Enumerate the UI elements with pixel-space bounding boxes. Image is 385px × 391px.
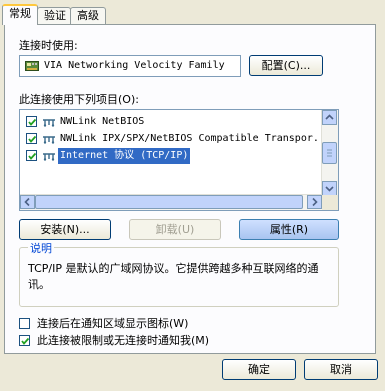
list-item[interactable]: NWLink IPX/SPX/NetBIOS Compatible Transp… (24, 131, 319, 147)
scroll-down-button[interactable] (322, 181, 337, 196)
components-list[interactable]: NWLink NetBIOS NWLink IPX/SPX/NetBIOS Co… (19, 109, 339, 211)
checkmark-icon (28, 135, 37, 143)
chevron-right-icon (312, 197, 318, 207)
checkmark-icon (28, 118, 37, 126)
item-label: Internet 协议 (TCP/IP) (58, 148, 191, 164)
scroll-right-button[interactable] (307, 195, 322, 209)
tab-authentication[interactable]: 验证 (37, 7, 71, 24)
scroll-up-button[interactable] (322, 110, 337, 125)
chevron-down-icon (325, 186, 334, 192)
tab-advanced[interactable]: 高级 (70, 7, 106, 24)
uninstall-button[interactable]: 卸载(U) (129, 219, 221, 240)
notify-limited-label: 此连接被限制或无连接时通知我(M) (37, 334, 210, 347)
properties-button[interactable]: 属性(R) (239, 219, 339, 240)
horizontal-scrollbar[interactable] (20, 194, 322, 210)
cancel-button[interactable]: 取消 (304, 359, 378, 380)
tab-panel-general: 连接时使用: VIA Networking Velocity Family 配置… (4, 24, 376, 354)
notify-limited-checkbox[interactable] (19, 335, 30, 346)
grip-icon (327, 149, 332, 157)
connect-using-label: 连接时使用: (19, 39, 78, 52)
ok-button[interactable]: 确定 (222, 359, 296, 380)
description-title: 说明 (28, 240, 54, 256)
description-text: TCP/IP 是默认的广域网协议。它提供跨越多种互联网络的通讯。 (28, 262, 319, 291)
adapter-name: VIA Networking Velocity Family (44, 60, 225, 71)
adapter-field: VIA Networking Velocity Family (19, 55, 241, 77)
scroll-corner (322, 195, 338, 210)
horizontal-scroll-thumb[interactable] (35, 195, 303, 209)
list-item-selected[interactable]: Internet 协议 (TCP/IP) (24, 148, 318, 164)
item-checkbox[interactable] (26, 116, 37, 127)
network-protocol-icon (43, 119, 55, 127)
components-label: 此连接使用下列项目(O): (19, 93, 139, 106)
item-label: NWLink NetBIOS (60, 116, 145, 127)
chevron-left-icon (24, 197, 30, 207)
scroll-thumb[interactable] (322, 142, 337, 164)
configure-button[interactable]: 配置(C)... (249, 55, 323, 76)
connection-properties-dialog: 常规 验证 高级 连接时使用: VIA Networking Velocity … (0, 0, 385, 391)
scroll-left-button[interactable] (20, 195, 35, 209)
tab-general[interactable]: 常规 (2, 4, 38, 25)
show-icon-checkbox[interactable] (19, 318, 30, 329)
item-checkbox[interactable] (26, 150, 37, 161)
chevron-up-icon (325, 114, 334, 120)
list-item[interactable]: NWLink NetBIOS (24, 114, 318, 130)
install-button[interactable]: 安装(N)... (19, 219, 111, 240)
network-protocol-icon (43, 153, 55, 161)
network-protocol-icon (43, 136, 55, 144)
checkmark-icon (28, 152, 37, 160)
item-checkbox[interactable] (26, 133, 37, 144)
description-group: 说明 TCP/IP 是默认的广域网协议。它提供跨越多种互联网络的通讯。 (19, 240, 339, 307)
checkmark-icon (21, 337, 30, 345)
vertical-scrollbar[interactable] (321, 110, 338, 196)
item-label: NWLink IPX/SPX/NetBIOS Compatible Transp… (60, 133, 319, 144)
network-adapter-icon (25, 61, 39, 71)
show-icon-label: 连接后在通知区域显示图标(W) (37, 317, 189, 330)
